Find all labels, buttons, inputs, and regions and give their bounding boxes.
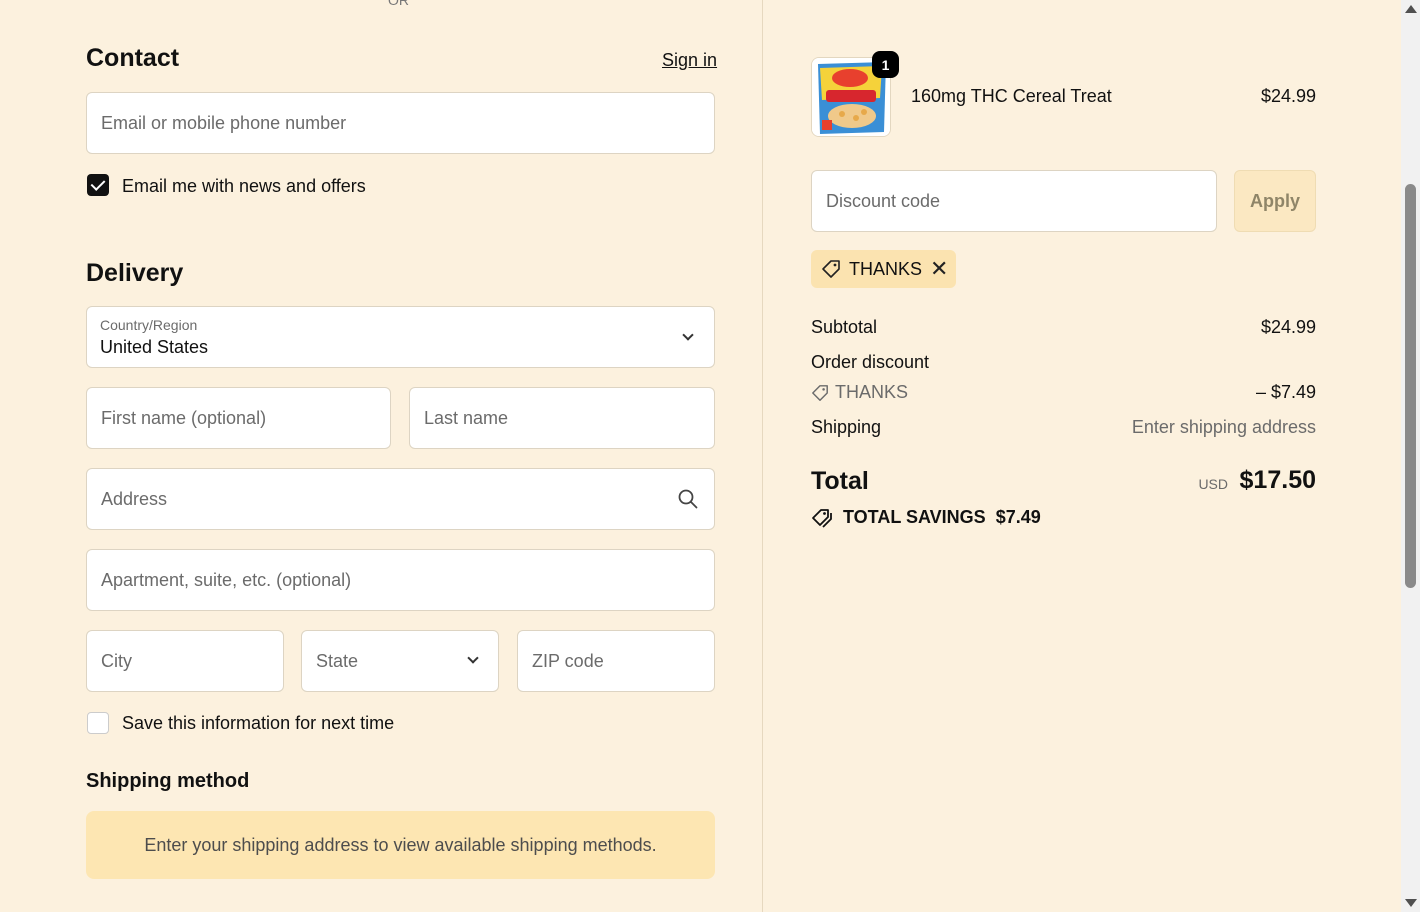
savings-value: $7.49 <box>995 507 1041 527</box>
order-discount-code: THANKS <box>835 382 909 402</box>
last-name-placeholder: Last name <box>424 407 509 428</box>
order-discount-value: – $7.49 <box>1255 382 1316 402</box>
contact-heading: Contact <box>86 44 180 72</box>
total-currency: USD <box>1198 476 1228 492</box>
shipping-method-notice: Enter your shipping address to view avai… <box>86 811 715 879</box>
scrollbar[interactable] <box>1401 0 1420 912</box>
shipping-label: Shipping <box>811 417 882 437</box>
search-icon[interactable] <box>678 489 698 509</box>
checkout-form-panel: OR Contact Sign in Email or mobile phone… <box>0 0 762 912</box>
savings-tag-icon <box>811 508 833 528</box>
scroll-down-arrow-icon[interactable] <box>1405 899 1417 907</box>
zip-field[interactable]: ZIP code <box>517 630 715 692</box>
tag-icon <box>821 259 841 279</box>
country-value: United States <box>100 337 209 357</box>
sign-in-link[interactable]: Sign in <box>662 50 717 71</box>
scroll-up-arrow-icon[interactable] <box>1405 5 1417 13</box>
scroll-thumb[interactable] <box>1405 184 1416 588</box>
shipping-notice-text: Enter your shipping address to view avai… <box>144 834 657 855</box>
subtotal-value: $24.99 <box>1260 317 1316 337</box>
address-field[interactable]: Address <box>86 468 715 530</box>
applied-discount-code: THANKS <box>849 258 923 279</box>
order-discount-code-row: THANKS <box>811 382 908 403</box>
quantity-badge: 1 <box>872 51 899 78</box>
first-name-field[interactable]: First name (optional) <box>86 387 391 449</box>
save-info-checkbox[interactable] <box>87 712 109 734</box>
city-field[interactable]: City <box>86 630 284 692</box>
total-savings: TOTAL SAVINGS $7.49 <box>811 507 1041 528</box>
discount-tag-icon <box>811 384 829 402</box>
country-label: Country/Region <box>100 317 198 333</box>
news-checkbox[interactable] <box>87 174 109 196</box>
city-placeholder: City <box>101 650 132 671</box>
shipping-method-heading: Shipping method <box>86 770 250 792</box>
total-value: $17.50 <box>1239 466 1316 494</box>
save-info-label: Save this information for next time <box>122 713 395 733</box>
apply-button[interactable]: Apply <box>1234 170 1316 232</box>
product-name: 160mg THC Cereal Treat <box>911 86 1112 106</box>
delivery-heading: Delivery <box>86 259 184 287</box>
order-discount-label: Order discount <box>811 352 930 372</box>
subtotal-label: Subtotal <box>811 317 878 337</box>
total-label: Total <box>811 467 869 495</box>
discount-code-placeholder: Discount code <box>826 190 941 211</box>
first-name-placeholder: First name (optional) <box>101 407 267 428</box>
remove-discount-close-icon[interactable]: ✕ <box>930 258 948 280</box>
state-placeholder: State <box>316 650 359 671</box>
email-placeholder: Email or mobile phone number <box>101 112 347 133</box>
discount-code-field[interactable]: Discount code <box>811 170 1217 232</box>
product-price: $24.99 <box>1260 86 1316 106</box>
savings-label: TOTAL SAVINGS <box>843 507 986 527</box>
news-checkbox-label: Email me with news and offers <box>122 176 366 196</box>
applied-discount-chip: THANKS ✕ <box>811 250 956 288</box>
or-separator: OR <box>388 0 409 8</box>
apartment-field[interactable]: Apartment, suite, etc. (optional) <box>86 549 715 611</box>
email-field[interactable]: Email or mobile phone number <box>86 92 715 154</box>
shipping-value: Enter shipping address <box>1131 417 1316 437</box>
last-name-field[interactable]: Last name <box>409 387 715 449</box>
zip-placeholder: ZIP code <box>532 650 604 671</box>
address-placeholder: Address <box>101 488 168 509</box>
apartment-placeholder: Apartment, suite, etc. (optional) <box>101 569 352 590</box>
state-select[interactable]: State <box>301 630 499 692</box>
